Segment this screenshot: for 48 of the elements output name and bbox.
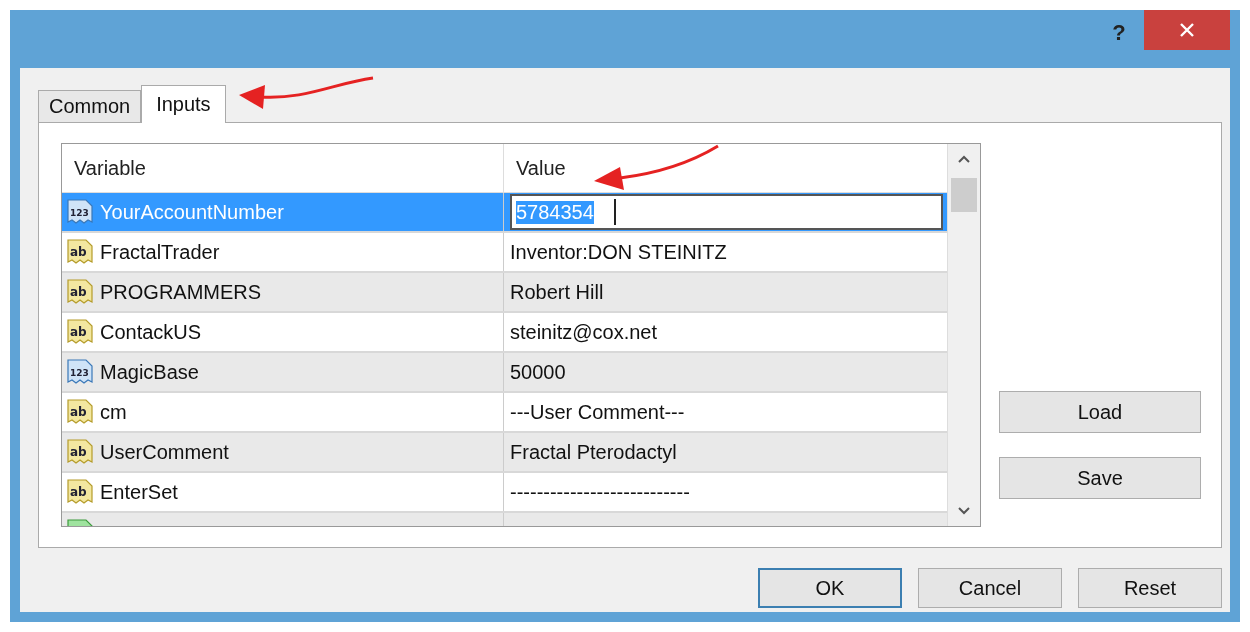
text-type-icon: ab <box>66 478 94 506</box>
text-cursor-icon <box>613 199 616 225</box>
tab[interactable]: Common <box>38 90 142 122</box>
table-row[interactable]: ab ContackUS steinitz@cox.net <box>62 313 947 353</box>
side-button[interactable]: Save <box>999 457 1201 499</box>
number-type-icon: 123 <box>66 198 94 226</box>
scroll-down-icon[interactable] <box>957 506 971 516</box>
tab[interactable]: Inputs <box>141 85 226 123</box>
text-type-icon: ab <box>66 238 94 266</box>
variable-name: MagicBase <box>100 360 199 384</box>
variable-value: steinitz@cox.net <box>510 320 658 344</box>
table-row[interactable]: ab cm ---User Comment--- <box>62 393 947 433</box>
variable-value: 50000 <box>510 360 566 384</box>
dialog-button[interactable]: Reset <box>1078 568 1222 608</box>
variable-value: Robert Hill <box>510 280 604 304</box>
table-row[interactable]: ab EnterSet --------------------------- <box>62 473 947 513</box>
variable-value: Inventor:DON STEINITZ <box>510 240 727 264</box>
variable-name: YourAccountNumber <box>100 200 284 224</box>
scrollbar[interactable] <box>947 144 980 526</box>
column-header[interactable]: Value <box>504 144 947 192</box>
table-row[interactable]: ab UserComment Fractal Pterodactyl <box>62 433 947 473</box>
dialog-button[interactable]: Cancel <box>918 568 1062 608</box>
variable-value: Fractal Pterodactyl <box>510 440 677 464</box>
scroll-thumb[interactable] <box>951 178 977 212</box>
table-row[interactable]: ab PROGRAMMERS Robert Hill <box>62 273 947 313</box>
table-row[interactable]: ab FractalTrader Inventor:DON STEINITZ <box>62 233 947 273</box>
scroll-up-icon[interactable] <box>957 154 971 164</box>
variable-name: cm <box>100 400 127 424</box>
text-type-icon: ab <box>66 398 94 426</box>
variable-name: PROGRAMMERS <box>100 280 262 304</box>
variable-value: --------------------------- <box>510 480 690 504</box>
variable-name: ContackUS <box>100 320 202 344</box>
variable-name: FractalTrader <box>100 240 220 264</box>
text-type-icon: ab <box>66 278 94 306</box>
dialog-button[interactable]: OK <box>758 568 902 608</box>
column-header[interactable]: Variable <box>62 144 504 192</box>
side-button[interactable]: Load <box>999 391 1201 433</box>
text-type-icon: ab <box>66 318 94 346</box>
number-type-icon: 123 <box>66 358 94 386</box>
variable-name: UserComment <box>100 440 229 464</box>
table-row[interactable]: 123 YourAccountNumber 5784354 <box>62 193 947 233</box>
help-button[interactable]: ? <box>1094 18 1144 48</box>
variable-name: EnterSet <box>100 480 178 504</box>
close-icon <box>1179 22 1195 38</box>
table-row[interactable]: 123 MagicBase 50000 <box>62 353 947 393</box>
text-type-icon: ab <box>66 438 94 466</box>
variable-value: ---User Comment--- <box>510 400 685 424</box>
close-button[interactable] <box>1144 10 1230 50</box>
